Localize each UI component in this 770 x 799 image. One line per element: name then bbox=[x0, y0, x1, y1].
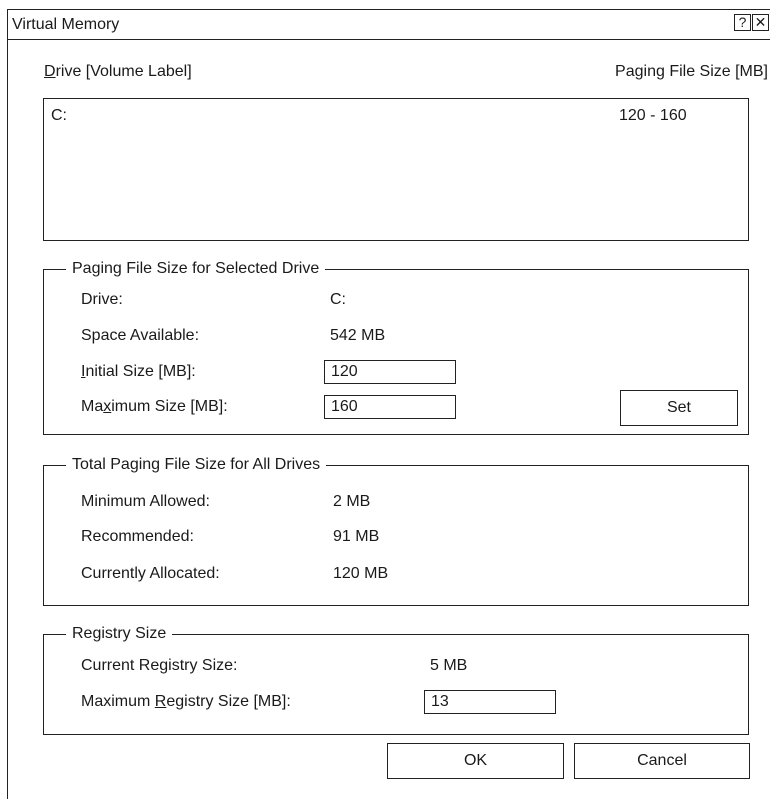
close-button[interactable]: ✕ bbox=[752, 14, 769, 31]
set-button[interactable]: Set bbox=[620, 390, 738, 426]
title-bar bbox=[7, 9, 770, 40]
drive-header-text: rive [Volume Label] bbox=[55, 63, 192, 80]
drive-value: C: bbox=[330, 291, 346, 308]
minimum-allowed-value: 2 MB bbox=[333, 493, 371, 510]
drive-cell: C: bbox=[51, 107, 67, 124]
cancel-button[interactable]: Cancel bbox=[574, 743, 750, 779]
size-column-header: Paging File Size [MB] bbox=[615, 63, 768, 80]
maximum-size-label: Maximum Size [MB]: bbox=[81, 397, 228, 417]
max-registry-mnemonic: R bbox=[154, 693, 167, 710]
max-registry-label-pre: Maximum bbox=[81, 693, 155, 710]
drive-list-row[interactable]: C: 120 - 160 bbox=[44, 103, 748, 125]
drive-header-mnemonic: D bbox=[44, 63, 56, 80]
currently-allocated-label: Currently Allocated: bbox=[81, 565, 220, 582]
initial-size-input[interactable]: 120 bbox=[324, 360, 456, 384]
drive-list[interactable]: C: 120 - 160 bbox=[43, 98, 749, 241]
maximum-size-label-text: imum Size [MB]: bbox=[111, 398, 228, 415]
space-available-label: Space Available: bbox=[81, 327, 200, 344]
minimum-allowed-label: Minimum Allowed: bbox=[81, 493, 210, 510]
space-available-value: 542 MB bbox=[330, 327, 386, 344]
window-title: Virtual Memory bbox=[12, 16, 120, 33]
initial-size-label-text: nitial Size [MB]: bbox=[85, 363, 196, 380]
question-mark-icon: ? bbox=[738, 14, 747, 30]
initial-size-label: Initial Size [MB]: bbox=[81, 362, 196, 382]
registry-size-group bbox=[43, 634, 749, 735]
maximum-registry-size-label: Maximum Registry Size [MB]: bbox=[81, 692, 291, 712]
total-paging-legend: Total Paging File Size for All Drives bbox=[66, 455, 327, 475]
current-registry-size-value: 5 MB bbox=[430, 657, 468, 674]
recommended-value: 91 MB bbox=[333, 528, 380, 545]
maximum-size-input[interactable]: 160 bbox=[324, 395, 456, 419]
selected-drive-legend: Paging File Size for Selected Drive bbox=[66, 259, 326, 279]
max-registry-label-text: egistry Size [MB]: bbox=[166, 693, 291, 710]
maximum-registry-size-input[interactable]: 13 bbox=[424, 690, 556, 714]
drive-column-header: Drive [Volume Label] bbox=[44, 62, 192, 82]
drive-label: Drive: bbox=[81, 291, 123, 308]
help-button[interactable]: ? bbox=[734, 14, 751, 31]
recommended-label: Recommended: bbox=[81, 528, 194, 545]
close-icon: ✕ bbox=[754, 14, 767, 30]
current-registry-size-label: Current Registry Size: bbox=[81, 657, 238, 674]
ok-button[interactable]: OK bbox=[387, 743, 564, 779]
registry-size-legend: Registry Size bbox=[66, 624, 173, 644]
size-cell: 120 - 160 bbox=[619, 107, 687, 124]
currently-allocated-value: 120 MB bbox=[333, 565, 389, 582]
maximum-size-label-pre: Ma bbox=[81, 398, 104, 415]
